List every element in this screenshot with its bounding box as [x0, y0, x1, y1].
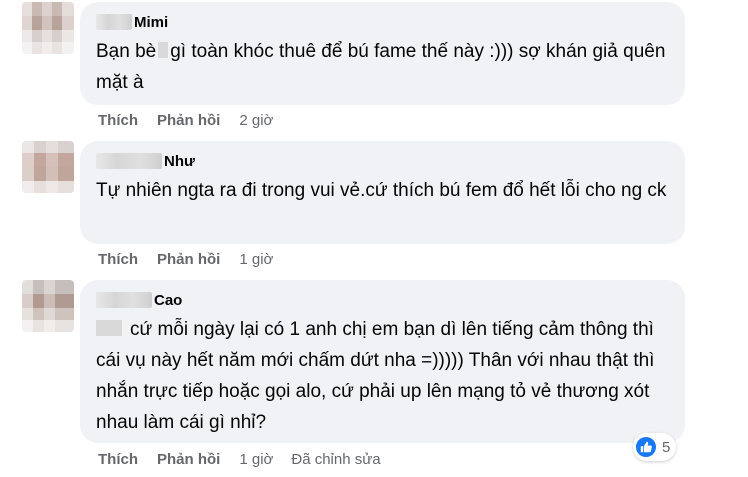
comment-text-part: gì toàn khóc thuê để bú fame thế này :))…	[96, 41, 666, 93]
author-name[interactable]: Như	[164, 153, 195, 170]
edited-label: Đã chỉnh sửa	[291, 451, 381, 468]
blurred-word	[158, 42, 169, 58]
blurred-name	[96, 292, 152, 308]
like-link[interactable]: Thích	[98, 251, 138, 268]
like-link[interactable]: Thích	[98, 451, 138, 468]
avatar[interactable]	[22, 280, 74, 332]
like-link[interactable]: Thích	[98, 112, 138, 129]
author-row: Cao	[96, 290, 669, 310]
avatar[interactable]	[22, 2, 74, 54]
author-name[interactable]: Cao	[154, 292, 182, 309]
comment-bubble: Như Tự nhiên ngta ra đi trong vui vẻ.cứ …	[80, 141, 685, 244]
author-name[interactable]: Mimi	[134, 14, 168, 31]
blurred-name	[96, 14, 132, 30]
comment-actions: Thích Phản hồi 1 giờ Đã chỉnh sửa	[98, 451, 399, 468]
reply-link[interactable]: Phản hồi	[157, 451, 220, 468]
reaction-count: 5	[662, 438, 671, 456]
timestamp[interactable]: 2 giờ	[239, 112, 273, 129]
avatar[interactable]	[22, 141, 74, 193]
comment-actions: Thích Phản hồi 2 giờ	[98, 112, 291, 129]
comment-actions: Thích Phản hồi 1 giờ	[98, 251, 291, 268]
reply-link[interactable]: Phản hồi	[157, 251, 220, 268]
timestamp[interactable]: 1 giờ	[239, 251, 273, 268]
comment-text-part: cứ mỗi ngày lại có 1 anh chị em bạn dì l…	[96, 319, 655, 433]
comment-text: cứ mỗi ngày lại có 1 anh chị em bạn dì l…	[96, 314, 669, 438]
comment-bubble: Cao cứ mỗi ngày lại có 1 anh chị em bạn …	[80, 280, 685, 443]
reply-link[interactable]: Phản hồi	[157, 112, 220, 129]
timestamp[interactable]: 1 giờ	[239, 451, 273, 468]
comment-text: Bạn bè gì toàn khóc thuê để bú fame thế n…	[96, 36, 669, 98]
reaction-summary[interactable]: 5	[633, 433, 677, 461]
blurred-name	[96, 153, 162, 169]
like-icon	[636, 437, 656, 457]
comment-text: Tự nhiên ngta ra đi trong vui vẻ.cứ thíc…	[96, 180, 667, 201]
comment-bubble: Mimi Bạn bè gì toàn khóc thuê để bú fame …	[80, 2, 685, 105]
comment-text-part: Bạn bè	[96, 41, 157, 62]
author-row: Mimi	[96, 12, 669, 32]
author-row: Như	[96, 151, 669, 171]
blurred-word	[96, 320, 122, 336]
